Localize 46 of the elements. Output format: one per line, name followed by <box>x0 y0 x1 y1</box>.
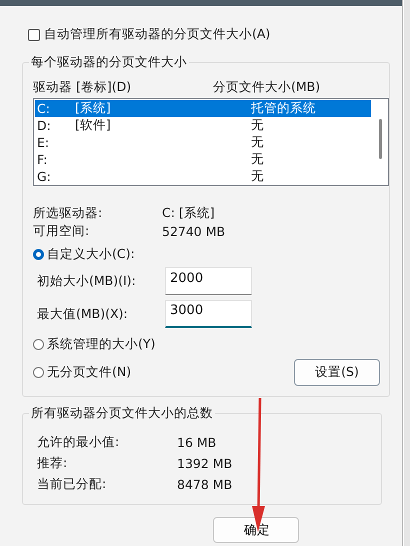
paging-size: 无 <box>250 168 264 185</box>
drive-letter: F: <box>36 152 48 167</box>
input-field[interactable]: 3000 <box>165 300 252 328</box>
set-button[interactable]: 设置(S) <box>294 359 380 386</box>
list-row[interactable]: F: 无 <box>35 151 371 168</box>
paging-size: 无 <box>250 151 264 168</box>
info-value: C: [系统] <box>162 204 215 222</box>
total-value: 16 MB <box>177 434 216 450</box>
radio-button[interactable] <box>33 248 44 260</box>
total-value: 1392 MB <box>177 456 232 470</box>
input-field[interactable]: 2000 <box>165 267 252 295</box>
info-value: 52740 MB <box>162 224 226 238</box>
list-row[interactable]: C: [系统] 托管的系统 <box>35 100 371 117</box>
radio-button[interactable] <box>33 338 44 350</box>
radio-button[interactable] <box>33 367 44 378</box>
drive-letter: C: <box>36 101 51 116</box>
list-row[interactable]: D: [软件] 无 <box>35 117 371 134</box>
list-row[interactable]: G: 无 <box>35 168 371 185</box>
radio-label[interactable]: 无分页文件(N) <box>47 364 132 381</box>
group-title: 所有驱动器分页文件大小的总数 <box>30 405 214 422</box>
info-label: 可用空间: <box>33 222 90 240</box>
volume-label: [软件] <box>74 117 112 134</box>
total-label: 推荐: <box>36 454 68 472</box>
drive-letter: E: <box>36 135 50 150</box>
total-value: 8478 MB <box>177 476 232 492</box>
info-label: 所选驱动器: <box>33 204 104 222</box>
paging-size: 无 <box>250 134 264 151</box>
drive-list[interactable]: C: [系统] 托管的系统 D: [软件] 无 E: 无 F: 无 G: 无 <box>33 98 389 186</box>
radio-label[interactable]: 系统管理的大小(Y) <box>47 336 156 352</box>
paging-size: 无 <box>250 117 264 134</box>
group-title: 每个驱动器的分页文件大小 <box>30 54 188 71</box>
radio-label[interactable]: 自定义大小(C): <box>47 246 135 262</box>
list-row[interactable]: E: 无 <box>35 134 371 151</box>
volume-label: [系统] <box>74 100 112 117</box>
total-label: 允许的最小值: <box>36 434 120 450</box>
scrollbar-thumb[interactable] <box>379 119 382 159</box>
field-label: 初始大小(MB)(I): <box>36 272 137 290</box>
drive-letter: D: <box>36 118 52 133</box>
checkbox[interactable] <box>28 28 40 40</box>
drive-letter: G: <box>36 169 52 184</box>
paging-size: 托管的系统 <box>250 100 316 117</box>
column-header: 驱动器 [卷标](D) <box>33 79 132 95</box>
column-header: 分页文件大小(MB) <box>213 79 320 95</box>
field-label: 最大值(MB)(X): <box>36 306 129 322</box>
total-label: 当前已分配: <box>36 476 108 492</box>
checkbox-label[interactable]: 自动管理所有驱动器的分页文件大小(A) <box>44 26 270 43</box>
